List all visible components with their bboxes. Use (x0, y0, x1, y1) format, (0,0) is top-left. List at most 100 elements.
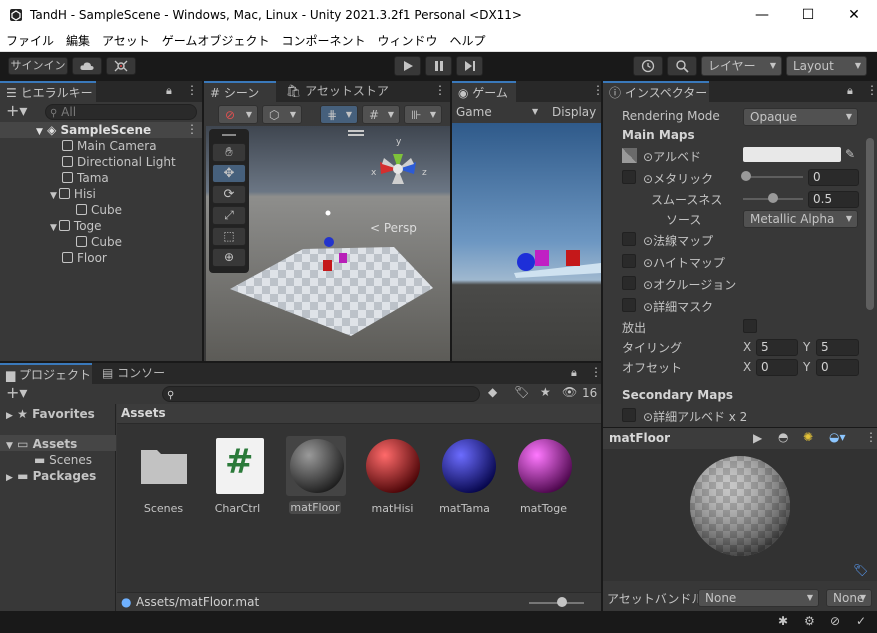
history-button[interactable] (633, 56, 663, 76)
metallic-slider-thumb[interactable] (741, 171, 751, 181)
rotate-tool-button[interactable]: ⟳ (212, 185, 246, 204)
hidden-packages-icon[interactable]: 👁︎ (562, 385, 577, 399)
lock-icon[interactable]: 🔒︎ (571, 366, 577, 380)
smoothness-input[interactable]: 0.5 (808, 191, 859, 208)
orientation-gizmo-icon[interactable]: y z x (366, 134, 436, 204)
tab-console[interactable]: ▤ コンソール (96, 363, 176, 401)
hierarchy-search-input[interactable]: ⚲ All (45, 104, 197, 120)
debug-icon[interactable]: ⚙ (804, 614, 815, 628)
maximize-button[interactable]: ☐ (785, 0, 831, 31)
grid-toggle[interactable]: ⋕ ▼ (320, 105, 358, 124)
hierarchy-item-directional-light[interactable]: Directional Light (62, 154, 176, 170)
close-button[interactable]: ✕ (831, 0, 877, 31)
detail-mask-slot[interactable] (622, 298, 636, 312)
smoothness-slider-thumb[interactable] (768, 193, 778, 203)
metallic-input[interactable]: 0 (808, 169, 859, 186)
breadcrumb[interactable]: Assets (121, 406, 166, 420)
eyedropper-icon[interactable]: ✎ (845, 147, 855, 161)
hierarchy-item-tama[interactable]: Tama (62, 170, 109, 186)
menu-component[interactable]: コンポーネント (275, 31, 371, 51)
asset-bundle-dropdown[interactable]: None ▼ (698, 589, 819, 607)
tab-project[interactable]: ▆ プロジェクト (0, 363, 92, 384)
asset-scenes-folder[interactable] (139, 438, 189, 488)
filter-type-icon[interactable]: ◆ (488, 385, 497, 399)
asset-charctrl-script[interactable]: # (216, 438, 264, 494)
move-tool-button[interactable]: ✥ (212, 164, 246, 183)
albedo-color-field[interactable] (743, 147, 841, 162)
metallic-slider-track[interactable] (743, 176, 803, 178)
tab-hierarchy[interactable]: ☰ ヒエラルキー (0, 81, 96, 102)
hierarchy-scene-row[interactable]: ▼ ◈ SampleScene (36, 122, 151, 138)
display-dropdown[interactable]: Display (552, 102, 602, 122)
preview-sphere-dropdown[interactable]: ◒▾ (829, 430, 846, 444)
menu-gameobject[interactable]: ゲームオブジェクト (156, 31, 276, 51)
normal-map-slot[interactable] (622, 232, 636, 246)
persp-label[interactable]: < Persp (370, 221, 417, 235)
emission-checkbox[interactable] (743, 319, 757, 333)
minimize-button[interactable]: — (739, 0, 785, 31)
menu-window[interactable]: ウィンドウ (371, 31, 443, 51)
hierarchy-item-toge-cube[interactable]: Cube (76, 234, 122, 250)
play-preview-icon[interactable]: ▶ (753, 431, 762, 445)
cache-server-icon[interactable]: ⊘ (830, 614, 840, 628)
offset-y-input[interactable]: 0 (816, 359, 859, 376)
source-dropdown[interactable]: Metallic Alpha ▼ (743, 210, 858, 228)
asset-label-icon[interactable]: 🏷︎ (853, 563, 868, 577)
menu-file[interactable]: ファイル (0, 31, 60, 51)
sphere-mesh-icon[interactable]: ◓ (778, 430, 788, 444)
rect-tool-button[interactable]: ⬚ (212, 227, 246, 246)
hand-tool-button[interactable]: ✋︎ (212, 143, 246, 162)
tab-inspector[interactable]: ⓘ インスペクター (603, 81, 709, 102)
asset-mathisi[interactable] (365, 438, 421, 494)
favorite-star-icon[interactable]: ★ (540, 385, 551, 399)
menu-edit[interactable]: 編集 (60, 31, 96, 51)
cloud-button[interactable] (72, 57, 102, 75)
height-map-slot[interactable] (622, 254, 636, 268)
add-icon[interactable]: +▾ (6, 102, 27, 120)
search-button[interactable] (667, 56, 697, 76)
layers-dropdown[interactable]: レイヤー ▼ (701, 56, 782, 76)
more-menu-icon[interactable]: ⋮ (866, 83, 877, 97)
add-icon[interactable]: +▾ (6, 384, 27, 402)
game-viewport[interactable] (452, 123, 601, 361)
detail-albedo-slot[interactable] (622, 408, 636, 422)
tiling-x-input[interactable]: 5 (756, 339, 798, 356)
signin-button[interactable]: サインイン (8, 57, 68, 75)
tiling-y-input[interactable]: 5 (816, 339, 859, 356)
pause-button[interactable] (425, 56, 452, 76)
bug-icon[interactable]: ✱ (778, 614, 788, 628)
asset-mattama[interactable] (441, 438, 497, 494)
game-display-mode-dropdown[interactable]: Game ▼ (456, 102, 540, 122)
tab-scene[interactable]: # シーン (204, 81, 276, 102)
inspector-scrollbar[interactable] (866, 138, 874, 310)
tab-game[interactable]: ◉ ゲーム (452, 81, 516, 102)
hierarchy-item-hisi-cube[interactable]: Cube (76, 202, 122, 218)
occlusion-slot[interactable] (622, 276, 636, 290)
asset-mattoge[interactable] (517, 438, 573, 494)
material-preview[interactable]: 🏷︎ (603, 449, 877, 581)
scene-more-icon[interactable]: ⋮ (186, 122, 198, 136)
draw-mode-dropdown[interactable]: ⊘ ▼ (218, 105, 258, 124)
transform-tool-button[interactable]: ⊕ (212, 248, 246, 267)
lock-icon[interactable]: 🔒︎ (166, 84, 172, 98)
favorites-item[interactable]: ▶ ★ Favorites (6, 406, 95, 422)
lock-icon[interactable]: 🔒︎ (847, 84, 853, 98)
rendering-mode-dropdown[interactable]: Opaque ▼ (743, 108, 858, 126)
light-icon[interactable]: ✺ (803, 430, 813, 444)
albedo-texture-slot[interactable] (622, 148, 637, 163)
more-menu-icon[interactable]: ⋮ (434, 83, 446, 97)
progress-done-icon[interactable]: ✓ (856, 614, 866, 628)
asset-bundle-variant-dropdown[interactable]: None ▼ (826, 589, 872, 607)
render-mode-dropdown[interactable]: ⬡ ▼ (262, 105, 302, 124)
asset-matfloor[interactable] (289, 438, 345, 494)
packages-folder-item[interactable]: ▶ ▬ Packages (6, 468, 96, 484)
icon-size-slider-thumb[interactable] (557, 597, 567, 607)
hierarchy-item-floor[interactable]: Floor (62, 250, 107, 266)
filter-label-icon[interactable]: 🏷︎ (514, 385, 529, 399)
tab-asset-store[interactable]: 🛍︎ アセットストア (280, 81, 390, 102)
metallic-texture-slot[interactable] (622, 170, 636, 184)
layout-dropdown[interactable]: Layout ▼ (786, 56, 867, 76)
offset-x-input[interactable]: 0 (756, 359, 798, 376)
play-button[interactable] (394, 56, 421, 76)
project-search-input[interactable]: ⚲ (162, 386, 480, 402)
